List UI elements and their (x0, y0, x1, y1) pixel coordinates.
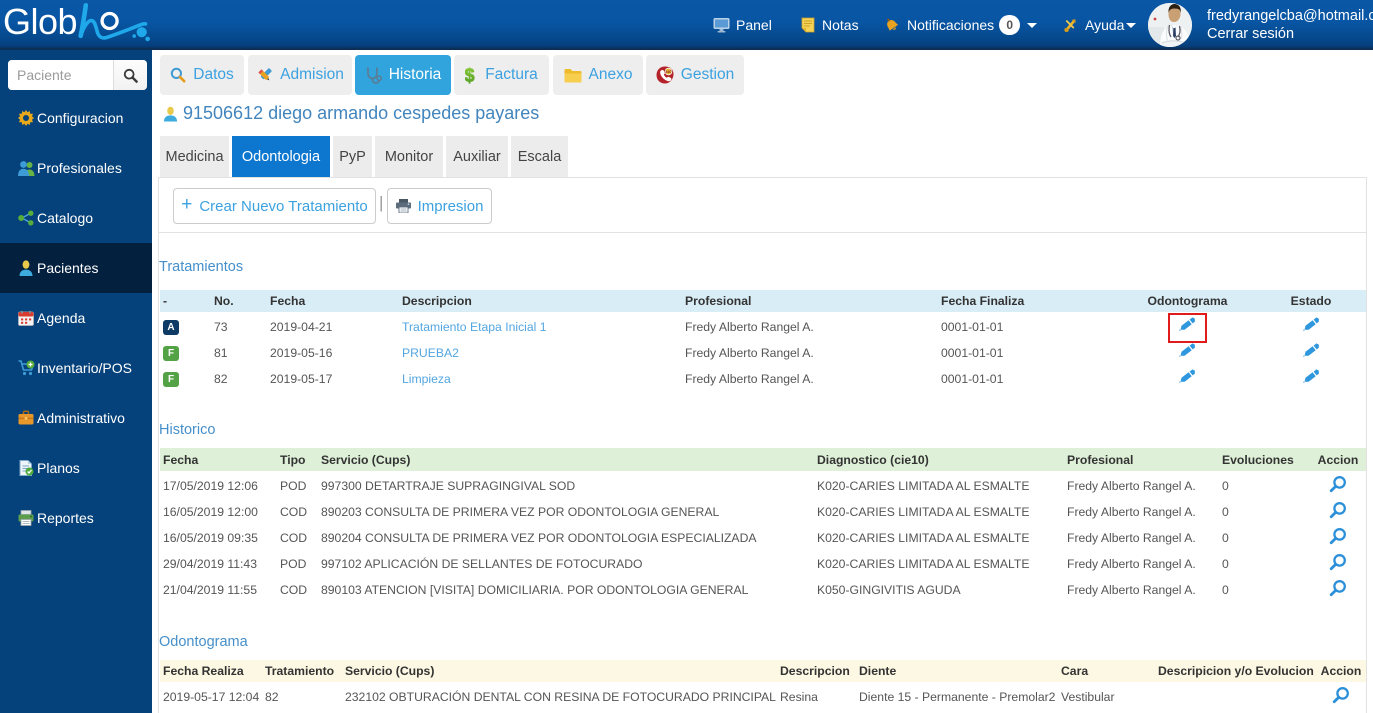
svg-text:$: $ (465, 66, 475, 84)
svg-text:Glob: Glob (3, 3, 77, 42)
svg-text:24/7: 24/7 (665, 70, 672, 74)
